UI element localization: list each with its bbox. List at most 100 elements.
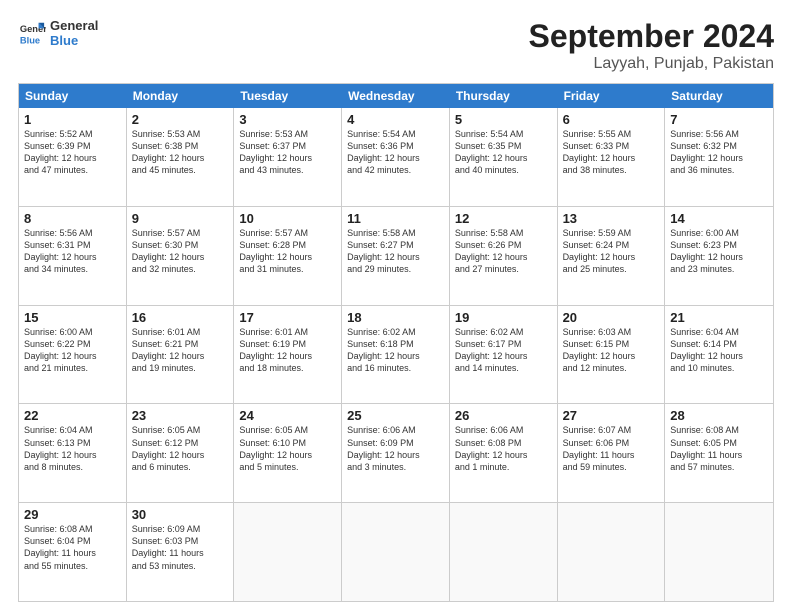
calendar-cell bbox=[665, 503, 773, 601]
day-info: Sunrise: 5:54 AM Sunset: 6:36 PM Dayligh… bbox=[347, 128, 444, 177]
day-info: Sunrise: 6:04 AM Sunset: 6:13 PM Dayligh… bbox=[24, 424, 121, 473]
calendar-cell bbox=[342, 503, 450, 601]
day-number: 8 bbox=[24, 211, 121, 226]
calendar-cell: 26Sunrise: 6:06 AM Sunset: 6:08 PM Dayli… bbox=[450, 404, 558, 502]
day-info: Sunrise: 6:00 AM Sunset: 6:23 PM Dayligh… bbox=[670, 227, 768, 276]
day-number: 4 bbox=[347, 112, 444, 127]
page-title: September 2024 bbox=[529, 18, 774, 55]
calendar-cell: 27Sunrise: 6:07 AM Sunset: 6:06 PM Dayli… bbox=[558, 404, 666, 502]
day-number: 28 bbox=[670, 408, 768, 423]
calendar-header: SundayMondayTuesdayWednesdayThursdayFrid… bbox=[19, 84, 773, 108]
day-info: Sunrise: 6:08 AM Sunset: 6:04 PM Dayligh… bbox=[24, 523, 121, 572]
day-number: 22 bbox=[24, 408, 121, 423]
day-number: 1 bbox=[24, 112, 121, 127]
calendar-row: 29Sunrise: 6:08 AM Sunset: 6:04 PM Dayli… bbox=[19, 502, 773, 601]
day-number: 7 bbox=[670, 112, 768, 127]
calendar-cell: 14Sunrise: 6:00 AM Sunset: 6:23 PM Dayli… bbox=[665, 207, 773, 305]
day-info: Sunrise: 6:04 AM Sunset: 6:14 PM Dayligh… bbox=[670, 326, 768, 375]
day-number: 10 bbox=[239, 211, 336, 226]
calendar-cell: 17Sunrise: 6:01 AM Sunset: 6:19 PM Dayli… bbox=[234, 306, 342, 404]
day-number: 25 bbox=[347, 408, 444, 423]
day-header: Thursday bbox=[450, 84, 558, 108]
calendar-cell: 22Sunrise: 6:04 AM Sunset: 6:13 PM Dayli… bbox=[19, 404, 127, 502]
day-info: Sunrise: 6:07 AM Sunset: 6:06 PM Dayligh… bbox=[563, 424, 660, 473]
calendar-cell: 13Sunrise: 5:59 AM Sunset: 6:24 PM Dayli… bbox=[558, 207, 666, 305]
calendar-row: 15Sunrise: 6:00 AM Sunset: 6:22 PM Dayli… bbox=[19, 305, 773, 404]
day-info: Sunrise: 5:58 AM Sunset: 6:26 PM Dayligh… bbox=[455, 227, 552, 276]
logo-line2: Blue bbox=[50, 33, 98, 48]
calendar-cell: 21Sunrise: 6:04 AM Sunset: 6:14 PM Dayli… bbox=[665, 306, 773, 404]
page-subtitle: Layyah, Punjab, Pakistan bbox=[529, 55, 774, 73]
calendar-cell: 8Sunrise: 5:56 AM Sunset: 6:31 PM Daylig… bbox=[19, 207, 127, 305]
day-info: Sunrise: 6:09 AM Sunset: 6:03 PM Dayligh… bbox=[132, 523, 229, 572]
calendar-cell bbox=[558, 503, 666, 601]
calendar-cell: 18Sunrise: 6:02 AM Sunset: 6:18 PM Dayli… bbox=[342, 306, 450, 404]
day-number: 24 bbox=[239, 408, 336, 423]
day-header: Monday bbox=[127, 84, 235, 108]
day-number: 20 bbox=[563, 310, 660, 325]
day-info: Sunrise: 6:06 AM Sunset: 6:08 PM Dayligh… bbox=[455, 424, 552, 473]
day-number: 29 bbox=[24, 507, 121, 522]
day-info: Sunrise: 6:01 AM Sunset: 6:19 PM Dayligh… bbox=[239, 326, 336, 375]
calendar-cell: 29Sunrise: 6:08 AM Sunset: 6:04 PM Dayli… bbox=[19, 503, 127, 601]
day-number: 6 bbox=[563, 112, 660, 127]
calendar-row: 8Sunrise: 5:56 AM Sunset: 6:31 PM Daylig… bbox=[19, 206, 773, 305]
calendar-row: 1Sunrise: 5:52 AM Sunset: 6:39 PM Daylig… bbox=[19, 108, 773, 206]
calendar-cell: 23Sunrise: 6:05 AM Sunset: 6:12 PM Dayli… bbox=[127, 404, 235, 502]
day-info: Sunrise: 5:57 AM Sunset: 6:30 PM Dayligh… bbox=[132, 227, 229, 276]
day-header: Friday bbox=[558, 84, 666, 108]
calendar-cell: 10Sunrise: 5:57 AM Sunset: 6:28 PM Dayli… bbox=[234, 207, 342, 305]
day-info: Sunrise: 6:00 AM Sunset: 6:22 PM Dayligh… bbox=[24, 326, 121, 375]
calendar-cell bbox=[450, 503, 558, 601]
calendar-cell: 16Sunrise: 6:01 AM Sunset: 6:21 PM Dayli… bbox=[127, 306, 235, 404]
calendar-cell bbox=[234, 503, 342, 601]
day-info: Sunrise: 5:54 AM Sunset: 6:35 PM Dayligh… bbox=[455, 128, 552, 177]
calendar-cell: 28Sunrise: 6:08 AM Sunset: 6:05 PM Dayli… bbox=[665, 404, 773, 502]
calendar-cell: 24Sunrise: 6:05 AM Sunset: 6:10 PM Dayli… bbox=[234, 404, 342, 502]
day-info: Sunrise: 6:06 AM Sunset: 6:09 PM Dayligh… bbox=[347, 424, 444, 473]
calendar-cell: 15Sunrise: 6:00 AM Sunset: 6:22 PM Dayli… bbox=[19, 306, 127, 404]
day-info: Sunrise: 6:05 AM Sunset: 6:12 PM Dayligh… bbox=[132, 424, 229, 473]
day-number: 11 bbox=[347, 211, 444, 226]
logo: General Blue General Blue bbox=[18, 18, 98, 48]
day-number: 23 bbox=[132, 408, 229, 423]
calendar-cell: 7Sunrise: 5:56 AM Sunset: 6:32 PM Daylig… bbox=[665, 108, 773, 206]
day-info: Sunrise: 5:53 AM Sunset: 6:37 PM Dayligh… bbox=[239, 128, 336, 177]
calendar-cell: 20Sunrise: 6:03 AM Sunset: 6:15 PM Dayli… bbox=[558, 306, 666, 404]
calendar-cell: 19Sunrise: 6:02 AM Sunset: 6:17 PM Dayli… bbox=[450, 306, 558, 404]
day-number: 19 bbox=[455, 310, 552, 325]
day-header: Sunday bbox=[19, 84, 127, 108]
day-number: 16 bbox=[132, 310, 229, 325]
day-number: 2 bbox=[132, 112, 229, 127]
day-number: 14 bbox=[670, 211, 768, 226]
title-block: September 2024 Layyah, Punjab, Pakistan bbox=[529, 18, 774, 73]
day-number: 17 bbox=[239, 310, 336, 325]
day-info: Sunrise: 5:52 AM Sunset: 6:39 PM Dayligh… bbox=[24, 128, 121, 177]
day-number: 15 bbox=[24, 310, 121, 325]
day-number: 5 bbox=[455, 112, 552, 127]
day-number: 21 bbox=[670, 310, 768, 325]
calendar-cell: 1Sunrise: 5:52 AM Sunset: 6:39 PM Daylig… bbox=[19, 108, 127, 206]
calendar-body: 1Sunrise: 5:52 AM Sunset: 6:39 PM Daylig… bbox=[19, 108, 773, 601]
svg-text:Blue: Blue bbox=[20, 35, 40, 45]
day-number: 13 bbox=[563, 211, 660, 226]
calendar-cell: 25Sunrise: 6:06 AM Sunset: 6:09 PM Dayli… bbox=[342, 404, 450, 502]
calendar-cell: 11Sunrise: 5:58 AM Sunset: 6:27 PM Dayli… bbox=[342, 207, 450, 305]
day-header: Wednesday bbox=[342, 84, 450, 108]
day-info: Sunrise: 6:03 AM Sunset: 6:15 PM Dayligh… bbox=[563, 326, 660, 375]
calendar-cell: 12Sunrise: 5:58 AM Sunset: 6:26 PM Dayli… bbox=[450, 207, 558, 305]
day-info: Sunrise: 5:55 AM Sunset: 6:33 PM Dayligh… bbox=[563, 128, 660, 177]
day-info: Sunrise: 5:56 AM Sunset: 6:31 PM Dayligh… bbox=[24, 227, 121, 276]
day-info: Sunrise: 6:05 AM Sunset: 6:10 PM Dayligh… bbox=[239, 424, 336, 473]
day-number: 18 bbox=[347, 310, 444, 325]
day-header: Saturday bbox=[665, 84, 773, 108]
day-info: Sunrise: 5:53 AM Sunset: 6:38 PM Dayligh… bbox=[132, 128, 229, 177]
day-info: Sunrise: 5:57 AM Sunset: 6:28 PM Dayligh… bbox=[239, 227, 336, 276]
day-info: Sunrise: 6:02 AM Sunset: 6:18 PM Dayligh… bbox=[347, 326, 444, 375]
day-header: Tuesday bbox=[234, 84, 342, 108]
calendar: SundayMondayTuesdayWednesdayThursdayFrid… bbox=[18, 83, 774, 602]
calendar-cell: 3Sunrise: 5:53 AM Sunset: 6:37 PM Daylig… bbox=[234, 108, 342, 206]
logo-line1: General bbox=[50, 18, 98, 33]
day-info: Sunrise: 6:02 AM Sunset: 6:17 PM Dayligh… bbox=[455, 326, 552, 375]
calendar-row: 22Sunrise: 6:04 AM Sunset: 6:13 PM Dayli… bbox=[19, 403, 773, 502]
